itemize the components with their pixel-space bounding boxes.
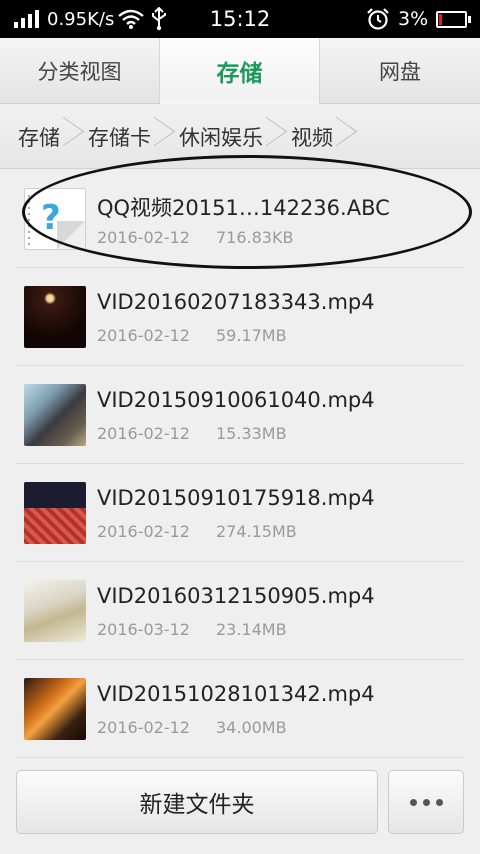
breadcrumb-item-sd-card[interactable]: 存储卡: [78, 105, 169, 169]
file-date: 2016-02-12: [97, 522, 190, 541]
file-name: VID20150910061040.mp4: [97, 388, 375, 412]
file-name: VID20160312150905.mp4: [97, 584, 375, 608]
new-folder-button[interactable]: 新建文件夹: [16, 770, 378, 834]
file-size: 274.15MB: [216, 522, 297, 541]
file-size: 15.33MB: [216, 424, 287, 443]
file-size: 23.14MB: [216, 620, 287, 639]
file-list: ? QQ视频20151…142236.ABC 2016-02-12 716.83…: [0, 170, 480, 758]
video-thumbnail: [24, 482, 86, 544]
alarm-icon: [366, 0, 390, 38]
file-name: VID20150910175918.mp4: [97, 486, 375, 510]
video-thumbnail: [24, 580, 86, 642]
list-item[interactable]: VID20160207183343.mp4 2016-02-12 59.17MB: [16, 268, 464, 366]
video-thumbnail: [24, 678, 86, 740]
list-item[interactable]: VID20151028101342.mp4 2016-02-12 34.00MB: [16, 660, 464, 758]
list-item[interactable]: VID20150910061040.mp4 2016-02-12 15.33MB: [16, 366, 464, 464]
more-dots-icon[interactable]: [388, 770, 464, 834]
breadcrumb-item-storage[interactable]: 存储: [8, 105, 78, 169]
tab-storage[interactable]: 存储: [160, 38, 320, 104]
file-name: VID20160207183343.mp4: [97, 290, 375, 314]
battery-percent: 3%: [398, 8, 429, 30]
list-item[interactable]: VID20150910175918.mp4 2016-02-12 274.15M…: [16, 464, 464, 562]
file-date: 2016-02-12: [97, 228, 190, 247]
file-size: 716.83KB: [216, 228, 294, 247]
file-size: 34.00MB: [216, 718, 287, 737]
video-thumbnail: [24, 384, 86, 446]
file-size: 59.17MB: [216, 326, 287, 345]
video-thumbnail: [24, 286, 86, 348]
tab-category-view[interactable]: 分类视图: [0, 38, 160, 103]
list-item[interactable]: VID20160312150905.mp4 2016-03-12 23.14MB: [16, 562, 464, 660]
list-item[interactable]: ? QQ视频20151…142236.ABC 2016-02-12 716.83…: [16, 170, 464, 268]
breadcrumb: 存储 存储卡 休闲娱乐 视频: [0, 105, 480, 169]
file-date: 2016-02-12: [97, 718, 190, 737]
tab-cloud-drive[interactable]: 网盘: [320, 38, 480, 103]
breadcrumb-item-leisure[interactable]: 休闲娱乐: [169, 105, 281, 169]
file-date: 2016-03-12: [97, 620, 190, 639]
file-date: 2016-02-12: [97, 424, 190, 443]
file-date: 2016-02-12: [97, 326, 190, 345]
breadcrumb-item-video[interactable]: 视频: [281, 105, 351, 169]
tab-bar: 分类视图 存储 网盘: [0, 38, 480, 104]
status-bar: 0.95K/s 15:12 3%: [0, 0, 480, 38]
battery-icon: [436, 0, 471, 38]
file-name: VID20151028101342.mp4: [97, 682, 375, 706]
unknown-file-icon: ?: [24, 188, 86, 250]
file-name: QQ视频20151…142236.ABC: [97, 196, 390, 220]
